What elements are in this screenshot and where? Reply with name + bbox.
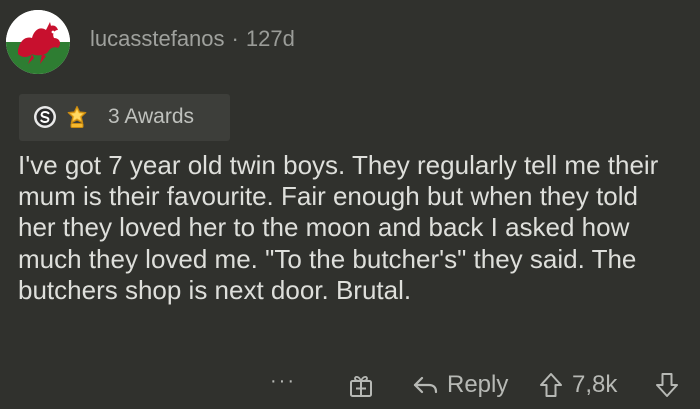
username-link[interactable]: lucasstefanos	[90, 26, 225, 52]
helpful-star-award-icon	[65, 105, 89, 129]
comment-body: I've got 7 year old twin boys. They regu…	[18, 150, 659, 305]
silver-award-icon	[33, 105, 57, 129]
reply-label: Reply	[447, 371, 509, 398]
upvote-button[interactable]	[538, 362, 564, 408]
meta-separator: ·	[231, 26, 239, 51]
comment: lucasstefanos · 127d 3 Awards I've got 7…	[0, 0, 700, 409]
vote-score: 7,8k	[572, 371, 618, 398]
upvote-arrow-icon	[540, 373, 562, 397]
awards-pill[interactable]: 3 Awards	[19, 94, 230, 141]
comment-header: lucasstefanos · 127d	[90, 26, 295, 52]
avatar[interactable]	[6, 10, 70, 74]
reply-arrow-icon	[413, 376, 438, 394]
awards-count-label: 3 Awards	[108, 105, 194, 128]
comment-actions: ··· Reply 7,8k	[0, 362, 700, 408]
comment-age: 127d	[245, 26, 295, 51]
welsh-dragon-avatar-icon	[6, 10, 70, 74]
downvote-button[interactable]	[654, 362, 680, 408]
gift-icon	[350, 375, 372, 397]
more-options-button[interactable]: ···	[270, 358, 296, 404]
downvote-arrow-icon	[656, 373, 678, 397]
reply-button[interactable]: Reply	[411, 362, 508, 408]
gift-button[interactable]	[348, 362, 374, 408]
